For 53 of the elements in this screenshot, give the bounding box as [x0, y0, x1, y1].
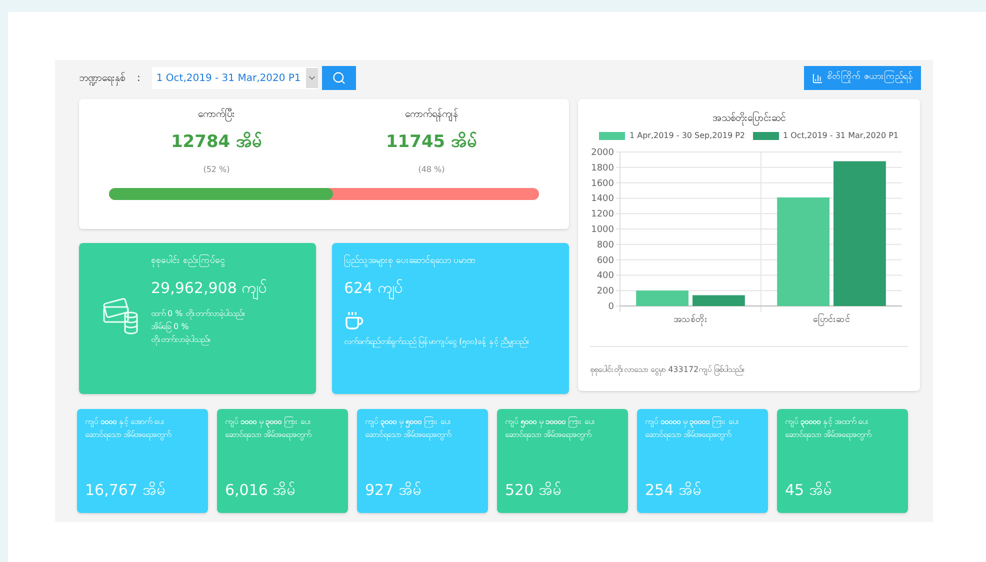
card-value: 624 ကျပ် — [344, 276, 557, 299]
stat-title: ကောက်ပြီး — [198, 107, 235, 122]
range-value: 6,016 အိမ် — [225, 480, 297, 500]
chart-title: အသစ်တိုးပြောင်းဆင် — [712, 111, 786, 126]
stat-percent: (52 %) — [203, 164, 230, 176]
range-value: 927 အိမ် — [365, 480, 422, 500]
stat-percent: (48 %) — [418, 164, 445, 176]
cup-icon — [344, 311, 364, 331]
y-tick-label: 1400 — [591, 194, 614, 204]
range-title: ကျပ် ၃၀၀၀၀ နှင့် အထက် ပေးဆောင်ရသော အိမ်အရေအတွက် — [785, 416, 872, 441]
card-value: 29,962,908 ကျပ် — [151, 276, 268, 299]
range-title: ကျပ် ၁၀၀၀ မှ ၃၀၀၀ ကြား ပေးဆောင်ရသော အိမ်အရေအတွက် — [225, 416, 313, 441]
range-title: ကျပ် ၁၀၀၀ နှင့် အောက် ပေးဆောင်ရသော အိမ်အရေအတွက် — [85, 416, 172, 441]
y-tick-label: 800 — [596, 240, 614, 250]
range-value: 520 အိမ် — [505, 480, 562, 500]
range-value: 16,767 အိမ် — [85, 480, 166, 500]
chart-footer: စုစုပေါင်းတိုးလာသော ငွေမှာ 433172ကျပ် ဖြစ်ပါသည်။ — [590, 365, 744, 374]
y-tick-label: 1000 — [591, 225, 614, 235]
card-note: လက်ဖက်ရည်တစ်ခွက်သည် မြန်မာကျပ်ငွေ (၅၀၀)ခန့် နှင့် ညီမျှသည်။ — [344, 336, 530, 348]
stat-title: ကောက်ရန်ကျန် — [405, 107, 458, 122]
range-value: 254 အိမ် — [645, 480, 702, 500]
x-category-label: ပြောင်းဆင် — [813, 315, 850, 325]
y-tick-label: 400 — [596, 271, 614, 282]
range-value: 45 အိမ် — [785, 480, 833, 500]
bar — [636, 290, 688, 306]
bar — [692, 295, 745, 306]
range-title: ကျပ် ၅၀၀၀ မှ ၁၀၀၀၀ ကြား ပေးဆောင်ရသော အိမ်အရေအတွက် — [505, 416, 597, 441]
card-note: ထက် 0 % တိုးတက်လာခဲ့ပါသည်။ — [151, 308, 246, 320]
stat-value: 11745 အိမ် — [386, 130, 478, 154]
y-tick-label: 600 — [596, 256, 614, 266]
stat-value: 12784 အိမ် — [170, 130, 262, 154]
legend-label: 1 Oct,2019 - 31 Mar,2020 P1 — [783, 130, 899, 142]
y-tick-label: 1600 — [591, 178, 614, 189]
legend-label: 1 Apr,2019 - 30 Sep,2019 P2 — [629, 130, 745, 142]
y-tick-label: 0 — [608, 302, 614, 312]
card-note: အိမ်ခြေ 0 % — [151, 320, 190, 333]
search-button[interactable] — [322, 66, 356, 90]
search-icon — [332, 71, 346, 85]
card-title: စုစုပေါင်း စည်းကြပ်ငွေ — [151, 255, 226, 268]
range-title: ကျပ် ၃၀၀၀ မှ ၅၀၀၀ ကြား ပေးဆောင်ရသော အိမ်အရေအတွက် — [365, 416, 453, 441]
filter-label: ဘဏ္ဍာရေးနှစ် — [79, 71, 125, 86]
card-note: တိုးတက်လာခဲ့ပါသည်။ — [151, 334, 211, 346]
report-button[interactable]: စိတ်ကြိုက် ဇယားကြည့်ရန် — [804, 66, 921, 90]
x-category-label: အသစ်တိုး — [674, 315, 708, 325]
filter-separator: : — [137, 72, 140, 86]
y-tick-label: 200 — [596, 286, 614, 297]
card-title: ပြည်သူအများစု ပေးဆောင်ရသော ပမာဏ — [344, 255, 477, 268]
period-select[interactable]: 1 Oct,2019 - 31 Mar,2020 P1 — [152, 67, 318, 89]
range-title: ကျပ် ၁၀၀၀၀ မှ ၃၀၀၀၀ ကြား ပေးဆောင်ရသော အိမ်အရေအတွက် — [645, 416, 741, 441]
chart-icon — [812, 72, 824, 84]
y-tick-label: 1800 — [591, 163, 614, 174]
y-tick-label: 1200 — [591, 210, 614, 220]
y-tick-label: 2000 — [591, 148, 614, 158]
